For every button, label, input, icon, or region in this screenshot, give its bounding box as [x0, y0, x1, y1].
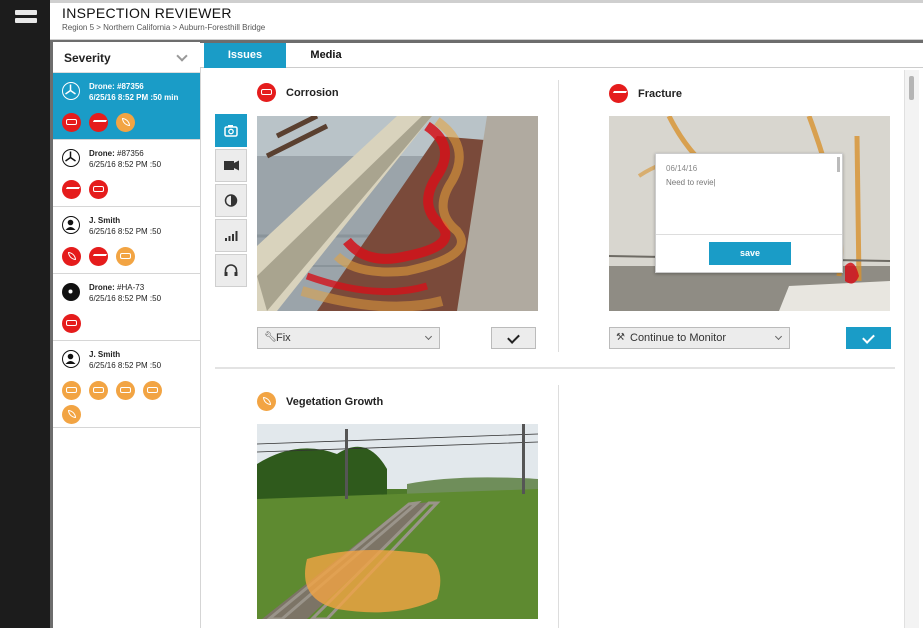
card-author: J. Smith [89, 216, 121, 225]
chevron-down-icon [424, 332, 433, 341]
tools-icon: ⚒︎ [616, 332, 625, 343]
fracture-icon [89, 113, 108, 132]
save-note-button[interactable]: save [709, 242, 791, 265]
note-date: 06/14/16 [666, 164, 698, 173]
video-icon[interactable] [215, 149, 247, 182]
fracture-icon [89, 247, 108, 266]
corrosion-icon [116, 381, 135, 400]
card-timestamp: 6/25/16 8:52 PM :50 [89, 294, 162, 303]
corrosion-confirm-button[interactable] [491, 327, 536, 349]
app-rail [0, 0, 50, 628]
inspection-card[interactable]: J. Smith 6/25/16 8:52 PM :50 [53, 341, 200, 428]
drone-icon [62, 149, 80, 167]
fracture-icon [609, 84, 628, 103]
content-scrollbar[interactable] [904, 70, 919, 628]
scrollbar-thumb[interactable] [837, 157, 840, 172]
menu-icon[interactable] [15, 10, 37, 28]
page-title: INSPECTION REVIEWER [62, 5, 232, 21]
note-popover: 06/14/16 Need to revie| save [655, 153, 843, 273]
chevron-down-icon [176, 50, 188, 62]
column-divider [558, 385, 559, 628]
scrollbar-thumb[interactable] [909, 76, 914, 100]
corrosion-icon [62, 314, 81, 333]
card-author: Drone: [89, 149, 115, 158]
card-timestamp: 6/25/16 8:52 PM :50 [89, 361, 162, 370]
inspection-card[interactable]: J. Smith 6/25/16 8:52 PM :50 [53, 207, 200, 274]
breadcrumb[interactable]: Region 5 > Northern California > Auburn-… [62, 23, 265, 32]
card-timestamp: 6/25/16 8:52 PM :50 min [89, 93, 179, 102]
severity-filter-label: Severity [64, 51, 111, 65]
card-author: J. Smith [89, 350, 121, 359]
contrast-icon[interactable] [215, 184, 247, 217]
card-id: #87356 [117, 149, 144, 158]
card-author: Drone: [89, 82, 115, 91]
issues-panel: Issues Media Corrosion 🔧︎ Fix Fracture 0… [200, 40, 923, 628]
corrosion-icon [257, 83, 276, 102]
inspection-card[interactable]: Drone: #HA-73 6/25/16 8:52 PM :50 [53, 274, 200, 341]
card-id: #HA-73 [117, 283, 145, 292]
corrosion-icon [89, 381, 108, 400]
inspection-card[interactable]: Drone: #87356 6/25/16 8:52 PM :50 [53, 140, 200, 207]
severity-filter[interactable]: Severity [53, 40, 200, 73]
drone-icon [62, 82, 80, 100]
vegetation-icon [116, 113, 135, 132]
card-timestamp: 6/25/16 8:52 PM :50 [89, 227, 162, 236]
card-author: Drone: [89, 283, 115, 292]
card-id: #87356 [117, 82, 144, 91]
note-text: Need to revie| [666, 178, 716, 187]
tab-issues[interactable]: Issues [204, 43, 286, 68]
fracture-icon [62, 180, 81, 199]
vegetation-photo[interactable] [257, 424, 538, 619]
corrosion-icon [116, 247, 135, 266]
tab-media[interactable]: Media [292, 43, 360, 68]
corrosion-icon [62, 381, 81, 400]
issue-title-fracture: Fracture [638, 88, 683, 100]
signal-icon[interactable] [215, 219, 247, 252]
issue-title-vegetation: Vegetation Growth [286, 396, 384, 408]
media-toolstrip [215, 114, 247, 289]
camera-icon[interactable] [215, 114, 247, 147]
corrosion-action-select[interactable]: 🔧︎ Fix [257, 327, 440, 349]
vegetation-icon [62, 405, 81, 424]
tab-bar: Issues Media [200, 40, 923, 68]
gear-drone-icon [62, 283, 80, 301]
corrosion-icon [89, 180, 108, 199]
corrosion-photo[interactable] [257, 116, 538, 311]
fracture-action-value: Continue to Monitor [630, 332, 726, 344]
issue-title-corrosion: Corrosion [286, 87, 339, 99]
card-timestamp: 6/25/16 8:52 PM :50 [89, 160, 162, 169]
corrosion-icon [62, 113, 81, 132]
fracture-action-select[interactable]: ⚒︎ Continue to Monitor [609, 327, 790, 349]
column-divider [558, 80, 559, 352]
person-icon [62, 350, 80, 368]
check-icon [507, 331, 520, 344]
note-textarea[interactable]: 06/14/16 Need to revie| [656, 154, 842, 235]
vegetation-icon [62, 247, 81, 266]
app-header: INSPECTION REVIEWER Region 5 > Northern … [50, 0, 923, 40]
person-icon [62, 216, 80, 234]
chevron-down-icon [774, 332, 783, 341]
section-divider [215, 367, 895, 369]
fracture-confirm-button[interactable] [846, 327, 891, 349]
corrosion-action-value: Fix [276, 332, 291, 344]
audio-icon[interactable] [215, 254, 247, 287]
inspection-card[interactable]: Drone: #87356 6/25/16 8:52 PM :50 min [53, 73, 200, 140]
inspection-list: Severity Drone: #87356 6/25/16 8:52 PM :… [53, 40, 201, 628]
vegetation-icon [257, 392, 276, 411]
check-icon [862, 331, 875, 344]
corrosion-icon [143, 381, 162, 400]
wrench-icon: 🔧︎ [264, 332, 277, 343]
